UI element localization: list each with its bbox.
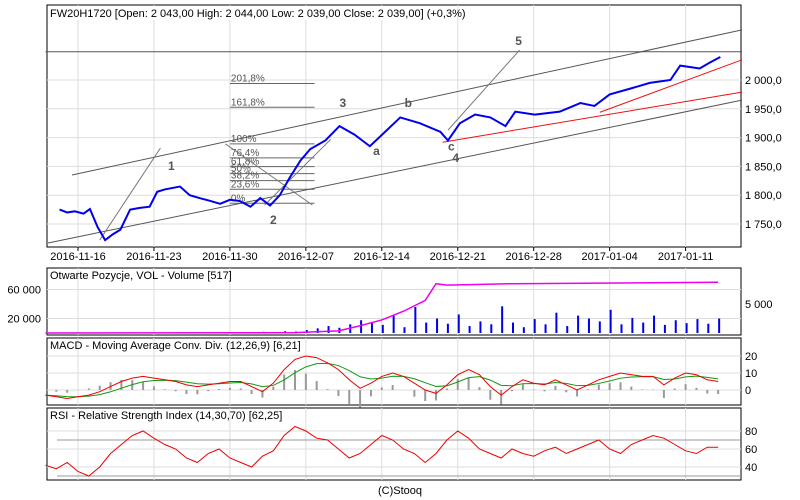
volume-bar: [479, 321, 482, 333]
wave-label: 1: [168, 159, 175, 173]
volume-bar: [653, 315, 656, 333]
y-tick-label-right: 5 000: [745, 299, 773, 311]
fib-level-label: 23,6%: [231, 179, 259, 190]
y-tick-label: 1 750,0: [745, 219, 782, 231]
footer-credit: (C)Stooq: [377, 485, 423, 497]
volume-bar: [674, 320, 677, 333]
wave-label: 3: [339, 96, 346, 110]
volume-bar: [544, 324, 547, 333]
y-tick-label: 60: [745, 444, 757, 456]
x-tick-label: 2016-11-23: [126, 251, 181, 263]
volume-bar: [577, 315, 580, 333]
volume-bar: [370, 322, 373, 333]
x-tick-label: 2017-01-11: [658, 251, 713, 263]
volume-bar: [381, 324, 384, 333]
volume-bar: [555, 312, 558, 333]
y-tick-label: 10: [745, 368, 757, 380]
macd-chart-title: MACD - Moving Average Conv. Div. (12,26,…: [50, 340, 301, 352]
wave-label: b: [405, 96, 412, 110]
volume-bar: [587, 318, 590, 333]
x-tick-label: 2016-12-28: [506, 251, 562, 263]
volume-bar: [360, 320, 363, 333]
x-tick-label: 2016-12-21: [430, 251, 486, 263]
volume-bar: [512, 322, 514, 333]
fib-level-label: 201,8%: [231, 74, 265, 85]
y-tick-label: 20: [745, 351, 757, 363]
y-tick-label: 0: [745, 385, 751, 397]
x-tick-label: 2016-12-07: [278, 251, 334, 263]
volume-bar: [609, 309, 612, 333]
stooq-chart: 2 000,0 1 950,0 1 900,0 1 850,0 1 800,0 1 750…: [7, 4, 782, 481]
volume-bar: [663, 324, 666, 333]
y-tick-label: 80: [745, 426, 757, 438]
y-tick-label: 40: [745, 462, 757, 474]
volume-bar: [414, 306, 417, 333]
volume-bar: [501, 306, 504, 333]
y-tick-label-left: 60 000: [7, 285, 41, 297]
volume-bar: [436, 318, 439, 333]
volume-bar: [685, 323, 688, 333]
y-tick-label: 1 900,0: [745, 133, 782, 145]
y-tick-label-left: 20 000: [7, 314, 41, 326]
x-tick-label: 2016-12-14: [354, 251, 410, 263]
y-tick-label: 2 000,0: [745, 75, 782, 87]
wave-label: 2: [270, 213, 277, 227]
y-tick-label: 1 800,0: [745, 190, 782, 202]
volume-bar: [446, 323, 449, 333]
volume-bar: [425, 322, 428, 333]
volume-chart-title: Otwarte Pozycje, VOL - Volume [517]: [50, 270, 232, 282]
volume-bar: [642, 322, 645, 333]
wave-label: 5: [515, 34, 522, 48]
volume-bar: [392, 315, 395, 333]
fib-level-label: 161,8%: [231, 97, 265, 108]
x-tick-label: 2016-11-16: [50, 251, 105, 263]
x-tick-label: 2017-01-04: [582, 251, 638, 263]
volume-bar: [631, 317, 634, 333]
volume-bar: [707, 323, 710, 333]
x-tick-label: 2016-11-30: [202, 251, 257, 263]
y-tick-label: 1 950,0: [745, 104, 782, 116]
volume-bar: [457, 314, 460, 333]
volume-bar: [533, 319, 536, 333]
volume-bar: [403, 327, 406, 333]
rsi-chart-title: RSI - Relative Strength Index (14,30,70)…: [50, 410, 282, 422]
price-chart-title: FW20H1720 [Open: 2 043,00 High: 2 044,00…: [50, 8, 466, 20]
volume-bar: [522, 327, 525, 333]
volume-bar: [598, 321, 601, 333]
volume-bar: [696, 319, 699, 333]
volume-bar: [620, 324, 623, 333]
wave-label: a: [373, 144, 380, 158]
volume-bar: [566, 326, 569, 333]
volume-bar: [490, 324, 493, 333]
y-tick-label: 1 850,0: [745, 161, 782, 173]
price-panel: [46, 4, 742, 248]
volume-bar: [718, 318, 721, 333]
volume-bar: [468, 326, 471, 333]
wave-label: c: [448, 139, 455, 153]
